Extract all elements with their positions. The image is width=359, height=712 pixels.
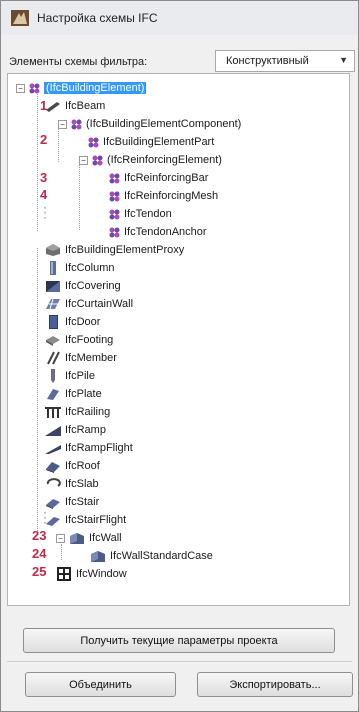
tree-item[interactable]: IfcWallStandardCase (90, 547, 213, 565)
group-icon (109, 191, 120, 201)
tree-item[interactable]: IfcCovering (45, 277, 121, 295)
get-project-params-button[interactable]: Получить текущие параметры проекта (23, 628, 335, 653)
annotation-number: 3 (40, 170, 48, 185)
group-icon (71, 119, 82, 129)
tree-item[interactable]: − (IfcBuildingElementComponent) (58, 115, 241, 133)
plate-icon (47, 389, 59, 400)
tree-item[interactable]: IfcColumn (45, 259, 115, 277)
tree-item[interactable]: IfcPile (45, 367, 95, 385)
tree-item[interactable]: IfcRamp (45, 421, 106, 439)
tree-item[interactable]: IfcPlate (45, 385, 102, 403)
export-button[interactable]: Экспортировать... (197, 672, 353, 697)
window-icon (57, 567, 71, 581)
beam-icon (46, 102, 60, 112)
filter-label: Элементы схемы фильтра: (9, 56, 148, 68)
tree-item[interactable]: IfcWindow (56, 565, 127, 583)
merge-button[interactable]: Объединить (25, 672, 176, 697)
app-icon (11, 10, 29, 26)
group-icon (92, 155, 103, 165)
collapse-icon[interactable]: − (56, 533, 65, 543)
tree-item[interactable]: IfcTendon (109, 205, 172, 223)
group-icon (109, 227, 120, 237)
tree-item[interactable]: IfcRailing (45, 403, 110, 421)
tree-root[interactable]: − (IfcBuildingElement) (16, 79, 147, 97)
chevron-down-icon[interactable]: ▼ (339, 55, 348, 65)
tree-item[interactable]: IfcDoor (45, 313, 100, 331)
tree-item[interactable]: IfcStairFlight (45, 511, 126, 529)
tree-item[interactable]: IfcReinforcingMesh (109, 187, 218, 205)
stair-icon (46, 499, 60, 509)
tree-item[interactable]: IfcCurtainWall (45, 295, 133, 313)
proxy-icon (46, 244, 60, 256)
collapse-icon[interactable]: − (58, 119, 67, 129)
door-icon (49, 315, 58, 329)
tree-item[interactable]: IfcReinforcingBar (109, 169, 208, 187)
ifc-scheme-dialog: Настройка схемы IFC Элементы схемы фильт… (0, 0, 359, 712)
ramp-flight-icon (45, 445, 61, 454)
ifc-element-tree[interactable]: − (IfcBuildingElement) 1 2 3 4 · · · · · · 2… (7, 73, 350, 606)
filter-dropdown-value: Конструктивный (226, 55, 309, 67)
collapse-icon[interactable]: − (16, 83, 25, 93)
tree-root-label[interactable]: (IfcBuildingElement) (44, 82, 147, 94)
slab-icon (46, 478, 61, 487)
group-icon (109, 173, 120, 183)
window-title: Настройка схемы IFC (37, 11, 158, 25)
footing-icon (46, 336, 60, 346)
group-icon (88, 137, 99, 147)
covering-icon (46, 281, 60, 292)
annotation-number: 25 (32, 564, 47, 579)
divider (7, 661, 352, 662)
ellipsis-vertical: · · · (43, 200, 47, 224)
title-bar: Настройка схемы IFC (1, 1, 358, 35)
ramp-icon (45, 426, 61, 436)
tree-item[interactable]: IfcSlab (45, 475, 99, 493)
column-icon (50, 261, 56, 275)
tree-item[interactable]: − (IfcReinforcingElement) (79, 151, 222, 169)
tree-item[interactable]: − IfcWall (56, 529, 122, 547)
annotation-number: 2 (40, 132, 48, 147)
tree-item[interactable]: IfcMember (45, 349, 117, 367)
stair-flight-icon (46, 517, 60, 526)
collapse-icon[interactable]: − (79, 155, 88, 165)
annotation-number: 24 (32, 546, 47, 561)
wall-icon (70, 533, 84, 544)
tree-item[interactable]: IfcBeam (45, 97, 105, 115)
group-icon (29, 83, 40, 93)
tree-item[interactable]: IfcRampFlight (45, 439, 133, 457)
member-icon (47, 351, 60, 365)
tree-item[interactable]: IfcTendonAnchor (109, 223, 207, 241)
curtain-wall-icon (46, 298, 60, 310)
tree-item[interactable]: IfcStair (45, 493, 99, 511)
group-icon (109, 209, 120, 219)
pile-icon (51, 369, 55, 383)
roof-icon (46, 462, 60, 473)
tree-item[interactable]: IfcRoof (45, 457, 100, 475)
tree-item[interactable]: IfcBuildingElementProxy (45, 241, 184, 259)
annotation-number: 23 (32, 528, 47, 543)
tree-item[interactable]: IfcFooting (45, 331, 113, 349)
tree-item[interactable]: IfcBuildingElementPart (88, 133, 214, 151)
railing-icon (45, 407, 61, 418)
wall-icon (91, 551, 105, 562)
filter-dropdown[interactable]: Конструктивный ▼ (215, 50, 355, 72)
